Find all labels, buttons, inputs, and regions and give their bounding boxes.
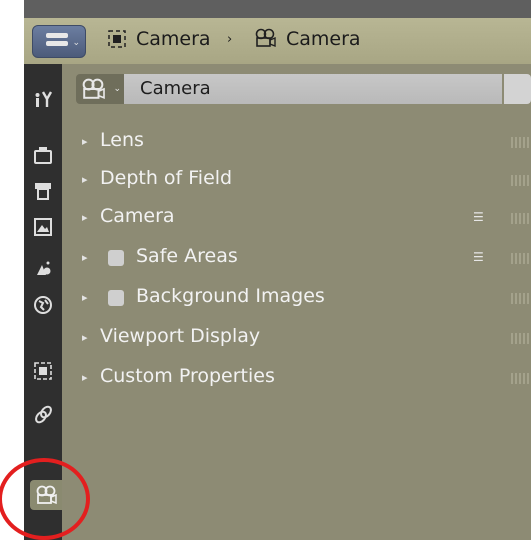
- drag-handle-icon[interactable]: [511, 213, 529, 224]
- breadcrumb-camera-data: Camera: [286, 28, 361, 50]
- disclosure-triangle-icon: ▸: [82, 135, 88, 148]
- constraint-tab[interactable]: [28, 400, 58, 430]
- panel-title: Lens: [100, 129, 144, 151]
- panel-depth-of-field[interactable]: ▸ Depth of Field: [76, 164, 531, 198]
- browse-camera-data-button[interactable]: ⌄: [76, 74, 124, 104]
- disclosure-triangle-icon: ▸: [82, 173, 88, 186]
- object-tab[interactable]: [28, 356, 58, 386]
- properties-panel: ⌄ Camera ▸ Lens ▸ Depth of Field ▸ Camer…: [62, 64, 531, 540]
- render-icon: [34, 147, 52, 164]
- scene-icon: [37, 261, 51, 275]
- panel-title: Safe Areas: [136, 245, 238, 267]
- panel-title: Viewport Display: [100, 325, 261, 347]
- highlight-circle-annotation: [0, 458, 90, 540]
- scene-tab[interactable]: [28, 254, 58, 284]
- top-strip: [24, 0, 531, 19]
- panel-safe-areas[interactable]: ▸ Safe Areas ☰: [76, 242, 531, 276]
- object-icon: [108, 30, 126, 48]
- breadcrumb-object: Camera: [136, 28, 211, 50]
- disclosure-triangle-icon: ▸: [82, 211, 88, 224]
- properties-header: ⌄ Camera › Camera: [24, 18, 531, 65]
- drag-handle-icon[interactable]: [511, 137, 529, 148]
- fake-user-button[interactable]: [504, 74, 531, 104]
- breadcrumb-separator: ›: [227, 32, 233, 47]
- drag-handle-icon[interactable]: [511, 293, 529, 304]
- view-layer-icon: [34, 218, 52, 236]
- world-tab[interactable]: [28, 290, 58, 320]
- object-icon: [34, 362, 52, 380]
- chevron-down-icon: ⌄: [72, 38, 80, 48]
- preset-list-icon[interactable]: ☰: [473, 210, 493, 228]
- background-images-checkbox[interactable]: [108, 290, 124, 306]
- world-icon: [34, 296, 52, 314]
- drag-handle-icon[interactable]: [511, 373, 529, 384]
- render-tab[interactable]: [28, 140, 58, 170]
- editor-type-button[interactable]: ⌄: [32, 25, 86, 58]
- panel-title: Camera: [100, 205, 175, 227]
- disclosure-triangle-icon: ▸: [82, 371, 88, 384]
- output-icon: [35, 183, 51, 200]
- drag-handle-icon[interactable]: [511, 253, 529, 264]
- constraint-icon: [35, 405, 52, 424]
- panel-title: Depth of Field: [100, 167, 233, 189]
- panel-camera[interactable]: ▸ Camera ☰: [76, 202, 531, 236]
- camera-data-icon: [82, 78, 105, 100]
- view-layer-tab[interactable]: [28, 212, 58, 242]
- drag-handle-icon[interactable]: [511, 175, 529, 186]
- disclosure-triangle-icon: ▸: [82, 291, 88, 304]
- panel-lens[interactable]: ▸ Lens: [76, 126, 531, 160]
- tool-tab[interactable]: [28, 84, 58, 114]
- chevron-down-icon: ⌄: [113, 84, 121, 94]
- output-tab[interactable]: [28, 176, 58, 206]
- camera-data-icon: [255, 28, 276, 48]
- preset-list-icon[interactable]: ☰: [473, 250, 493, 268]
- camera-data-name-field[interactable]: Camera: [124, 74, 502, 104]
- disclosure-triangle-icon: ▸: [82, 251, 88, 264]
- panel-title: Background Images: [136, 285, 325, 307]
- editor-type-icon: [46, 33, 68, 49]
- panel-custom-properties[interactable]: ▸ Custom Properties: [76, 362, 531, 396]
- panel-title: Custom Properties: [100, 365, 275, 387]
- safe-areas-checkbox[interactable]: [108, 250, 124, 266]
- disclosure-triangle-icon: ▸: [82, 331, 88, 344]
- panel-viewport-display[interactable]: ▸ Viewport Display: [76, 322, 531, 356]
- panel-background-images[interactable]: ▸ Background Images: [76, 282, 531, 316]
- tool-icon: [35, 91, 53, 107]
- properties-editor: ⌄ Camera › Camera ⌄ Camera ▸ Lens ▸ Dept…: [0, 0, 531, 540]
- camera-datablock-selector: ⌄ Camera: [76, 74, 531, 104]
- drag-handle-icon[interactable]: [511, 333, 529, 344]
